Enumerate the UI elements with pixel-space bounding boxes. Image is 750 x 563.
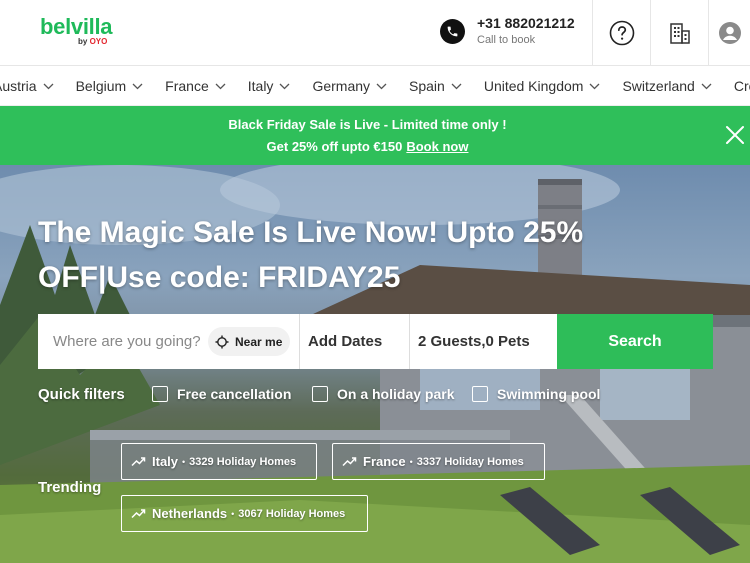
- chip-country: France: [363, 454, 406, 469]
- filter-label: Swimming pool: [497, 386, 601, 402]
- hero-section: The Magic Sale Is Live Now! Upto 25% OFF…: [0, 165, 750, 563]
- checkbox[interactable]: [152, 386, 168, 402]
- logo-by: by: [78, 37, 88, 46]
- logo-byline: by OYO: [78, 37, 107, 46]
- trending-up-icon: [131, 509, 146, 519]
- chevron-down-icon: [589, 83, 600, 89]
- trending-up-icon: [131, 457, 146, 467]
- promo-offer: Get 25% off upto €150 Book now: [0, 139, 735, 154]
- phone-number: +31 882021212: [477, 15, 575, 31]
- country-nav-item[interactable]: Switzerland: [611, 66, 722, 105]
- filter-label: Free cancellation: [177, 386, 292, 402]
- chevron-down-icon: [376, 83, 387, 89]
- user-icon: [718, 22, 741, 44]
- country-nav-item[interactable]: Belgium: [65, 66, 155, 105]
- chip-count: 3329 Holiday Homes: [189, 455, 297, 468]
- filter-swimming-pool[interactable]: Swimming pool: [472, 386, 600, 402]
- country-nav-item[interactable]: Cro: [723, 66, 750, 105]
- chip-country: Netherlands: [152, 506, 228, 521]
- chevron-down-icon: [279, 83, 290, 89]
- owner-button[interactable]: [650, 0, 708, 66]
- location-crosshair-icon: [215, 335, 229, 348]
- logo-text: belvilla: [40, 14, 113, 39]
- near-me-button[interactable]: Near me: [208, 327, 291, 356]
- country-nav-label: Germany: [312, 78, 371, 94]
- search-bar: Near me Add Dates 2 Guests,0 Pets Search: [38, 314, 713, 369]
- chevron-down-icon: [43, 83, 54, 89]
- close-icon: [726, 126, 744, 144]
- country-nav-item[interactable]: France: [154, 66, 237, 105]
- belvilla-logo[interactable]: belvilla: [40, 14, 113, 39]
- chip-count: 3067 Holiday Homes: [238, 507, 346, 520]
- hero-title: The Magic Sale Is Live Now! Upto 25% OFF…: [38, 216, 584, 294]
- phone-caption: Call to book: [477, 34, 536, 46]
- phone-icon: [440, 18, 465, 44]
- destination-input[interactable]: [38, 314, 206, 369]
- country-nav-label: United Kingdom: [483, 78, 584, 94]
- checkbox[interactable]: [472, 386, 488, 402]
- search-button[interactable]: Search: [557, 314, 713, 369]
- chip-count: 3337 Holiday Homes: [416, 455, 524, 468]
- promo-headline: Black Friday Sale is Live - Limited time…: [228, 117, 507, 132]
- chip-separator: •: [409, 456, 413, 467]
- destination-field[interactable]: Near me: [38, 314, 300, 369]
- call-to-book[interactable]: +31 882021212 Call to book: [440, 15, 575, 47]
- country-nav: Austria Belgium France Italy Germany Spain Uni…: [0, 66, 750, 106]
- chip-separator: •: [231, 508, 235, 519]
- dates-field[interactable]: Add Dates: [300, 314, 410, 369]
- trending-chip-netherlands[interactable]: Netherlands • 3067 Holiday Homes: [121, 495, 368, 532]
- chevron-down-icon: [451, 83, 462, 89]
- country-nav-label: Cro: [733, 78, 750, 94]
- chip-country: Italy: [152, 454, 179, 469]
- close-promo-button[interactable]: [724, 124, 746, 146]
- chevron-down-icon: [215, 83, 226, 89]
- filter-label: On a holiday park: [337, 386, 455, 402]
- help-button[interactable]: [592, 0, 650, 66]
- country-nav-label: Switzerland: [622, 78, 695, 94]
- chevron-down-icon: [701, 83, 712, 89]
- trending-chip-france[interactable]: France • 3337 Holiday Homes: [332, 443, 545, 480]
- trending-up-icon: [342, 457, 357, 467]
- account-button[interactable]: [708, 0, 750, 66]
- chip-separator: •: [182, 456, 186, 467]
- quick-filters-label: Quick filters: [38, 386, 125, 403]
- country-nav-label: Belgium: [75, 78, 127, 94]
- help-icon: [609, 20, 634, 46]
- country-nav-item[interactable]: Italy: [237, 66, 302, 105]
- near-me-label: Near me: [235, 334, 283, 349]
- country-nav-label: France: [165, 78, 209, 94]
- building-icon: [669, 23, 690, 44]
- chevron-down-icon: [132, 83, 143, 89]
- trending-chip-italy[interactable]: Italy • 3329 Holiday Homes: [121, 443, 317, 480]
- country-nav-label: Spain: [409, 78, 445, 94]
- promo-banner: Black Friday Sale is Live - Limited time…: [0, 106, 750, 165]
- country-nav-item[interactable]: Germany: [301, 66, 398, 105]
- promo-offer-text: Get 25% off upto €150: [266, 139, 403, 154]
- logo-oyo: OYO: [89, 37, 108, 46]
- book-now-link[interactable]: Book now: [406, 139, 468, 154]
- country-nav-item[interactable]: Austria: [0, 66, 65, 105]
- country-nav-label: Austria: [0, 78, 37, 94]
- site-header: belvilla by OYO +31 882021212 Call to bo…: [0, 0, 750, 66]
- country-nav-label: Italy: [247, 78, 274, 94]
- checkbox[interactable]: [312, 386, 328, 402]
- filter-holiday-park[interactable]: On a holiday park: [312, 386, 454, 402]
- guests-field[interactable]: 2 Guests,0 Pets: [410, 314, 557, 369]
- trending-label: Trending: [38, 479, 102, 496]
- country-nav-item[interactable]: United Kingdom: [473, 66, 612, 105]
- country-nav-item[interactable]: Spain: [398, 66, 473, 105]
- filter-free-cancellation[interactable]: Free cancellation: [152, 386, 291, 402]
